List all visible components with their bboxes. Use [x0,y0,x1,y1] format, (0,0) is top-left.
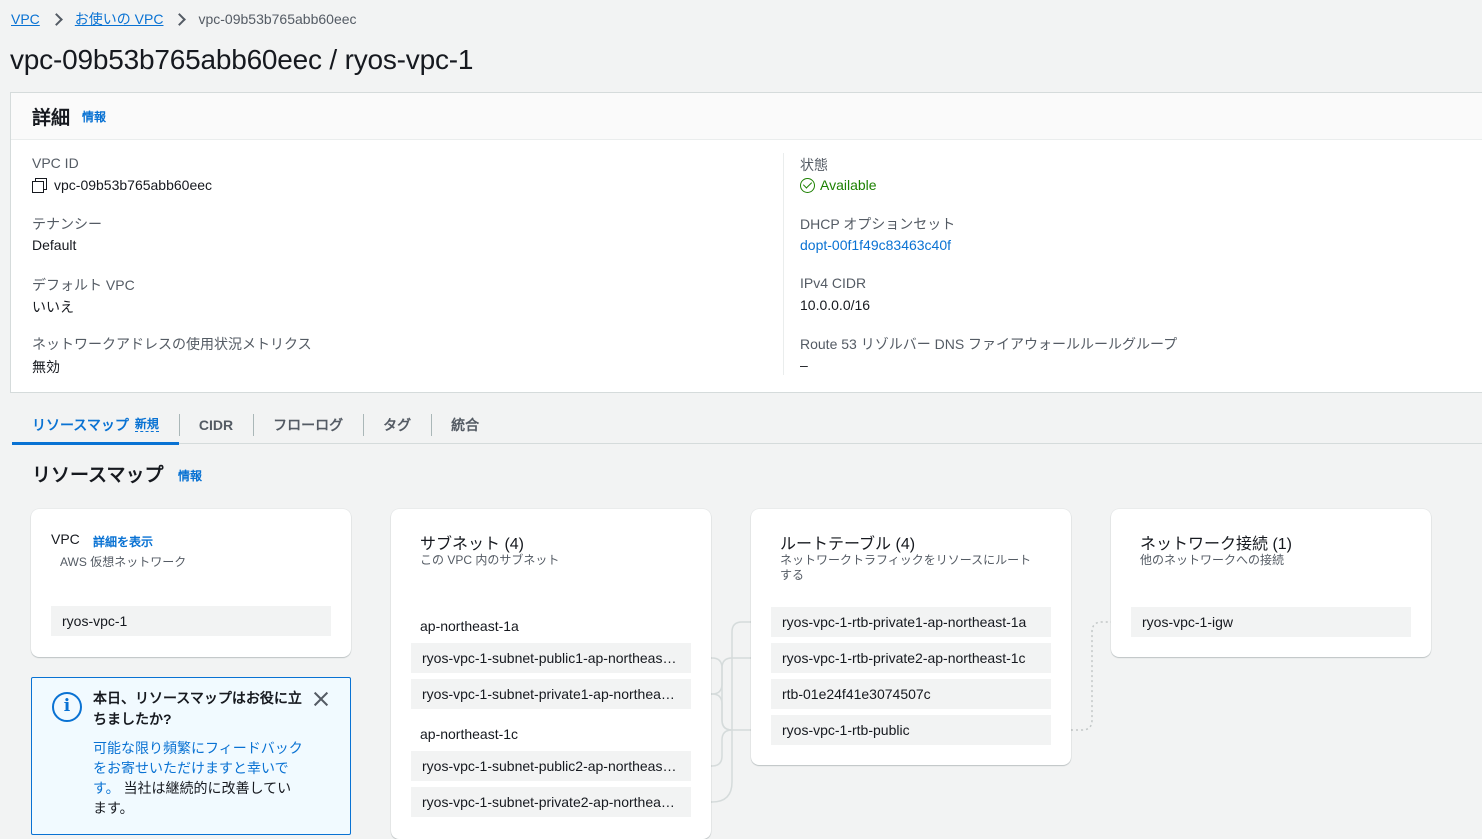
vpc-id-text: vpc-09b53b765abb60eec [54,177,213,193]
route-table-node[interactable]: ryos-vpc-1-rtb-public [771,715,1051,745]
dns-firewall-value: – [800,357,808,373]
details-info-link[interactable]: 情報 [82,108,106,125]
tenancy-label: テナンシー [32,216,102,232]
state-text: Available [820,177,877,193]
subnet-node[interactable]: ryos-vpc-1-subnet-public1-ap-northeast-1… [411,643,691,673]
vpc-details-link[interactable]: 詳細を表示 [93,533,153,550]
route-tables-subtitle: ネットワークトラフィックをリソースにルートする [780,553,1032,582]
default-vpc-value: いいえ [32,299,74,315]
route-table-node[interactable]: ryos-vpc-1-rtb-private2-ap-northeast-1c [771,643,1051,673]
resource-map-title: リソースマップ [32,465,164,486]
default-vpc-label: デフォルト VPC [32,277,135,293]
breadcrumb-vpc-link[interactable]: VPC [11,11,40,27]
vpc-card-subtitle: AWS 仮想ネットワーク [60,555,187,569]
check-circle-icon [800,178,815,193]
chevron-right-icon [49,12,63,26]
tab-integrations[interactable]: 統合 [431,406,499,444]
breadcrumb-current: vpc-09b53b765abb60eec [198,11,357,27]
tab-bar: リソースマップ 新規 CIDR フローログ タグ 統合 [12,406,1482,445]
tab-resource-map-label: リソースマップ [32,416,129,433]
state-label: 状態 [800,157,828,173]
chevron-right-icon [173,12,187,26]
tab-cidr[interactable]: CIDR [178,406,253,444]
dhcp-label: DHCP オプションセット [800,216,956,232]
vpc-card-title: VPC [51,531,80,547]
subnet-node[interactable]: ryos-vpc-1-subnet-public2-ap-northeast-1… [411,751,691,781]
column-divider [783,153,784,375]
vpc-id-label: VPC ID [32,155,79,171]
new-badge: 新規 [134,417,159,432]
igw-node[interactable]: ryos-vpc-1-igw [1131,607,1411,637]
details-panel: 詳細 情報 VPC ID vpc-09b53b765abb60eec テナンシー… [10,92,1482,393]
details-header: 詳細 情報 [11,93,1482,140]
route-tables-title: ルートテーブル (4) [780,536,916,553]
route-table-node[interactable]: ryos-vpc-1-rtb-private1-ap-northeast-1a [771,607,1051,637]
tab-resource-map[interactable]: リソースマップ 新規 [12,406,179,445]
network-metrics-value: 無効 [32,359,60,375]
ipv4-cidr-label: IPv4 CIDR [800,275,867,291]
feedback-body: 可能な限り頻繁にフィードバックをお寄せいただけますと幸いです。 当社は継続的に改… [93,738,303,818]
tab-flow-logs[interactable]: フローログ [253,406,363,444]
page-title: vpc-09b53b765abb60eec / ryos-vpc-1 [10,44,474,75]
subnets-subtitle: この VPC 内のサブネット [420,553,560,567]
subnet-node[interactable]: ryos-vpc-1-subnet-private2-ap-northeast-… [411,787,691,817]
close-icon[interactable] [312,690,330,708]
copy-icon[interactable] [32,178,47,193]
dhcp-options-link[interactable]: dopt-00f1f49c83463c40f [800,237,951,253]
subnet-node[interactable]: ryos-vpc-1-subnet-private1-ap-northeast-… [411,679,691,709]
az-label: ap-northeast-1a [420,618,519,634]
details-title: 詳細 [32,107,71,129]
breadcrumb: VPC お使いの VPC vpc-09b53b765abb60eec [11,10,357,28]
network-connections-subtitle: 他のネットワークへの接続 [1140,553,1285,567]
breadcrumb-your-vpcs-link[interactable]: お使いの VPC [75,9,164,29]
resource-map-info-link[interactable]: 情報 [178,467,202,484]
vpc-card: VPC 詳細を表示 AWS 仮想ネットワーク ryos-vpc-1 [31,509,351,657]
subnets-title: サブネット (4) [420,536,525,553]
vpc-node[interactable]: ryos-vpc-1 [51,606,331,636]
subnets-card: サブネット (4) この VPC 内のサブネット ap-northeast-1a… [391,509,711,839]
network-connections-title: ネットワーク接続 (1) [1140,536,1293,553]
network-metrics-label: ネットワークアドレスの使用状況メトリクス [32,336,312,352]
az-label: ap-northeast-1c [420,726,519,742]
feedback-alert: i 本日、リソースマップはお役に立ちましたか? 可能な限り頻繁にフィードバックを… [31,677,351,835]
ipv4-cidr-value: 10.0.0.0/16 [800,297,871,313]
feedback-title: 本日、リソースマップはお役に立ちましたか? [93,690,302,727]
info-icon: i [52,692,82,722]
state-value: Available [800,177,877,193]
feedback-body-text: 当社は継続的に改善しています。 [93,780,292,816]
dns-firewall-label: Route 53 リゾルバー DNS ファイアウォールルールグループ [800,336,1178,352]
route-table-node[interactable]: rtb-01e24f41e3074507c [771,679,1051,709]
tenancy-value: Default [32,237,77,253]
network-connections-card: ネットワーク接続 (1) 他のネットワークへの接続 ryos-vpc-1-igw [1111,509,1431,657]
vpc-id-value: vpc-09b53b765abb60eec [32,177,212,193]
route-tables-card: ルートテーブル (4) ネットワークトラフィックをリソースにルートする ryos… [751,509,1071,765]
tab-tags[interactable]: タグ [363,406,431,444]
